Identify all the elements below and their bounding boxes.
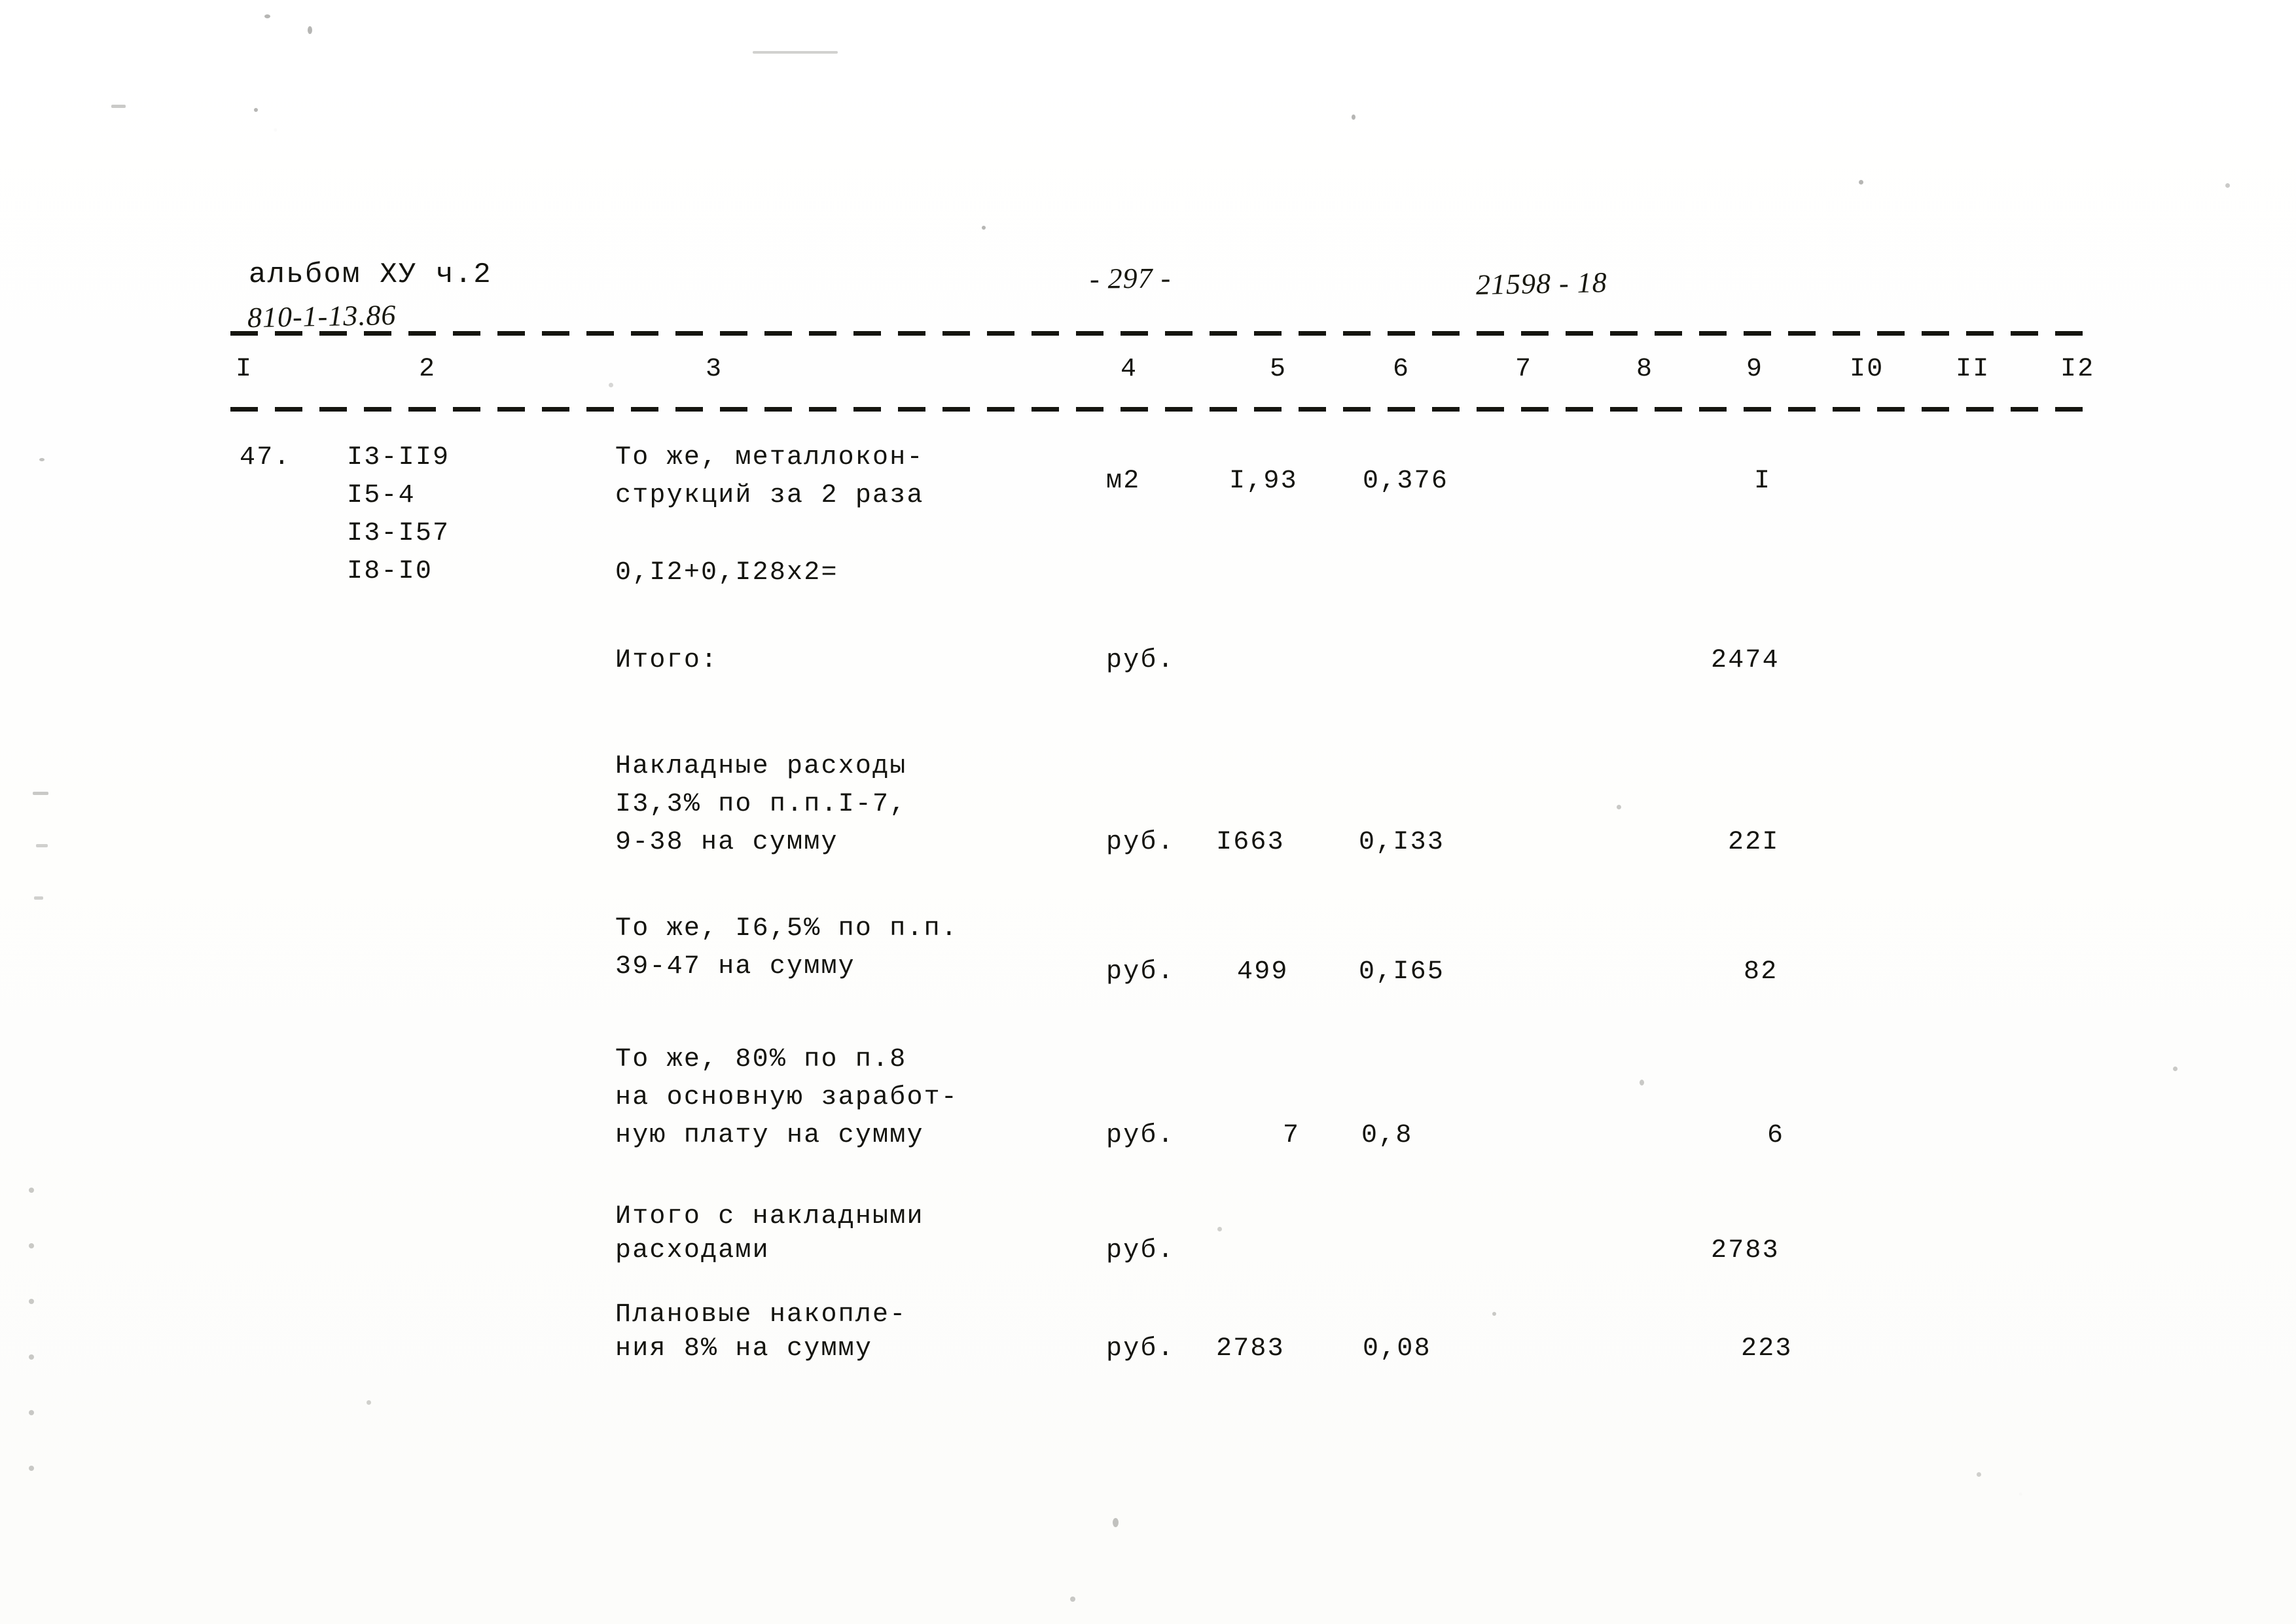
scan-speck bbox=[1113, 1518, 1119, 1527]
scan-speck bbox=[1977, 1472, 1981, 1477]
row-col9-value: 2783 bbox=[1711, 1236, 1780, 1265]
scan-speck bbox=[34, 896, 43, 900]
row-col6-value: 0,08 bbox=[1363, 1334, 1431, 1364]
scan-speck bbox=[29, 1188, 34, 1193]
scan-speck bbox=[2225, 183, 2230, 188]
row-code: I5-4 bbox=[347, 481, 416, 510]
row-col9-value: 22I bbox=[1728, 828, 1780, 857]
album-code: 810-1-13.86 bbox=[247, 298, 397, 334]
scan-speck bbox=[254, 108, 258, 112]
row-col9-value: I bbox=[1754, 467, 1772, 496]
scan-speck bbox=[1859, 180, 1863, 185]
row-description-line: 39-47 на сумму bbox=[615, 952, 855, 981]
scan-speck bbox=[609, 383, 613, 387]
row-unit: руб. bbox=[1106, 1121, 1175, 1150]
row-col9-value: 82 bbox=[1744, 957, 1778, 987]
column-header-8: 8 bbox=[1636, 355, 1654, 384]
row-code: I8-I0 bbox=[347, 557, 433, 586]
row-description-line: ную плату на сумму bbox=[615, 1121, 924, 1150]
column-header-7: 7 bbox=[1515, 355, 1533, 384]
row-unit: руб. bbox=[1106, 828, 1175, 857]
scan-speck bbox=[1617, 805, 1621, 809]
row-description-line: 9-38 на сумму bbox=[615, 828, 838, 857]
scan-speck bbox=[111, 105, 126, 108]
scan-speck bbox=[1217, 1227, 1222, 1231]
scan-speck bbox=[29, 1243, 34, 1248]
column-header-10: I0 bbox=[1850, 355, 1884, 384]
row-description-line: Итого: bbox=[615, 646, 719, 675]
archive-code: 21598 - 18 bbox=[1475, 266, 1608, 301]
column-header-3: 3 bbox=[706, 355, 723, 384]
scan-speck bbox=[982, 226, 986, 230]
row-description-line: I3,3% по п.п.I-7, bbox=[615, 790, 907, 819]
row-col6-value: 0,I65 bbox=[1359, 957, 1445, 987]
row-description-line: Итого с накладными bbox=[615, 1202, 924, 1231]
row-col9-value: 6 bbox=[1767, 1121, 1785, 1150]
column-header-4: 4 bbox=[1121, 355, 1138, 384]
scan-speck bbox=[29, 1354, 34, 1360]
row-code: I3-II9 bbox=[347, 443, 450, 472]
scan-speck bbox=[29, 1410, 34, 1415]
page-number: - 297 - bbox=[1089, 262, 1172, 295]
row-description-line: на основную заработ- bbox=[615, 1083, 959, 1112]
scan-speck bbox=[264, 14, 270, 18]
column-header-9: 9 bbox=[1746, 355, 1764, 384]
row-col9-value: 2474 bbox=[1711, 646, 1780, 675]
scan-speck bbox=[367, 1400, 371, 1405]
scan-speck bbox=[36, 844, 48, 847]
column-header-5: 5 bbox=[1270, 355, 1287, 384]
row-col5-value: I,93 bbox=[1229, 467, 1298, 496]
row-description-line: ния 8% на сумму bbox=[615, 1334, 873, 1364]
row-col6-value: 0,8 bbox=[1361, 1121, 1413, 1150]
scan-speck bbox=[1070, 1597, 1075, 1602]
row-description-line: Накладные расходы bbox=[615, 752, 907, 781]
paper-texture bbox=[0, 0, 2296, 1624]
scan-speck bbox=[308, 26, 312, 34]
scanned-document-page: альбом ХУ ч.2 810-1-13.86 - 297 - 21598 … bbox=[0, 0, 2296, 1624]
row-description-line: То же, I6,5% по п.п. bbox=[615, 914, 959, 944]
row-unit: м2 bbox=[1106, 467, 1141, 496]
row-description-line: То же, металлокон- bbox=[615, 443, 924, 472]
row-col5-value: I663 bbox=[1216, 828, 1285, 857]
row-unit: руб. bbox=[1106, 646, 1175, 675]
row-description-line: Плановые накопле- bbox=[615, 1300, 907, 1330]
row-description-line: То же, 80% по п.8 bbox=[615, 1045, 907, 1074]
scan-speck bbox=[1640, 1080, 1644, 1086]
scan-speck bbox=[33, 792, 48, 795]
row-unit: руб. bbox=[1106, 1334, 1175, 1364]
row-code: I3-I57 bbox=[347, 519, 450, 548]
row-unit: руб. bbox=[1106, 957, 1175, 987]
table-top-rule bbox=[230, 331, 2083, 336]
column-header-2: 2 bbox=[419, 355, 437, 384]
row-number: 47. bbox=[240, 443, 291, 472]
row-col9-value: 223 bbox=[1741, 1334, 1793, 1364]
row-col5-value: 2783 bbox=[1216, 1334, 1285, 1364]
row-col5-value: 499 bbox=[1237, 957, 1289, 987]
column-header-6: 6 bbox=[1393, 355, 1410, 384]
row-formula: 0,I2+0,I28x2= bbox=[615, 558, 838, 588]
table-header-rule bbox=[230, 407, 2083, 412]
scan-speck bbox=[1492, 1312, 1496, 1316]
scan-speck bbox=[2173, 1067, 2178, 1071]
column-header-1: I bbox=[236, 355, 253, 384]
row-col6-value: 0,I33 bbox=[1359, 828, 1445, 857]
row-col6-value: 0,376 bbox=[1363, 467, 1449, 496]
row-description-line: расходами bbox=[615, 1236, 770, 1265]
column-header-11: II bbox=[1956, 355, 1990, 384]
scan-speck bbox=[753, 51, 838, 54]
column-header-12: I2 bbox=[2060, 355, 2095, 384]
scan-speck bbox=[39, 458, 45, 461]
album-label: альбом ХУ ч.2 bbox=[249, 258, 492, 291]
scan-speck bbox=[29, 1299, 34, 1304]
row-description-line: струкций за 2 раза bbox=[615, 481, 924, 510]
scan-speck bbox=[1352, 115, 1355, 120]
row-unit: руб. bbox=[1106, 1236, 1175, 1265]
row-col5-value: 7 bbox=[1283, 1121, 1300, 1150]
scan-speck bbox=[29, 1466, 34, 1471]
